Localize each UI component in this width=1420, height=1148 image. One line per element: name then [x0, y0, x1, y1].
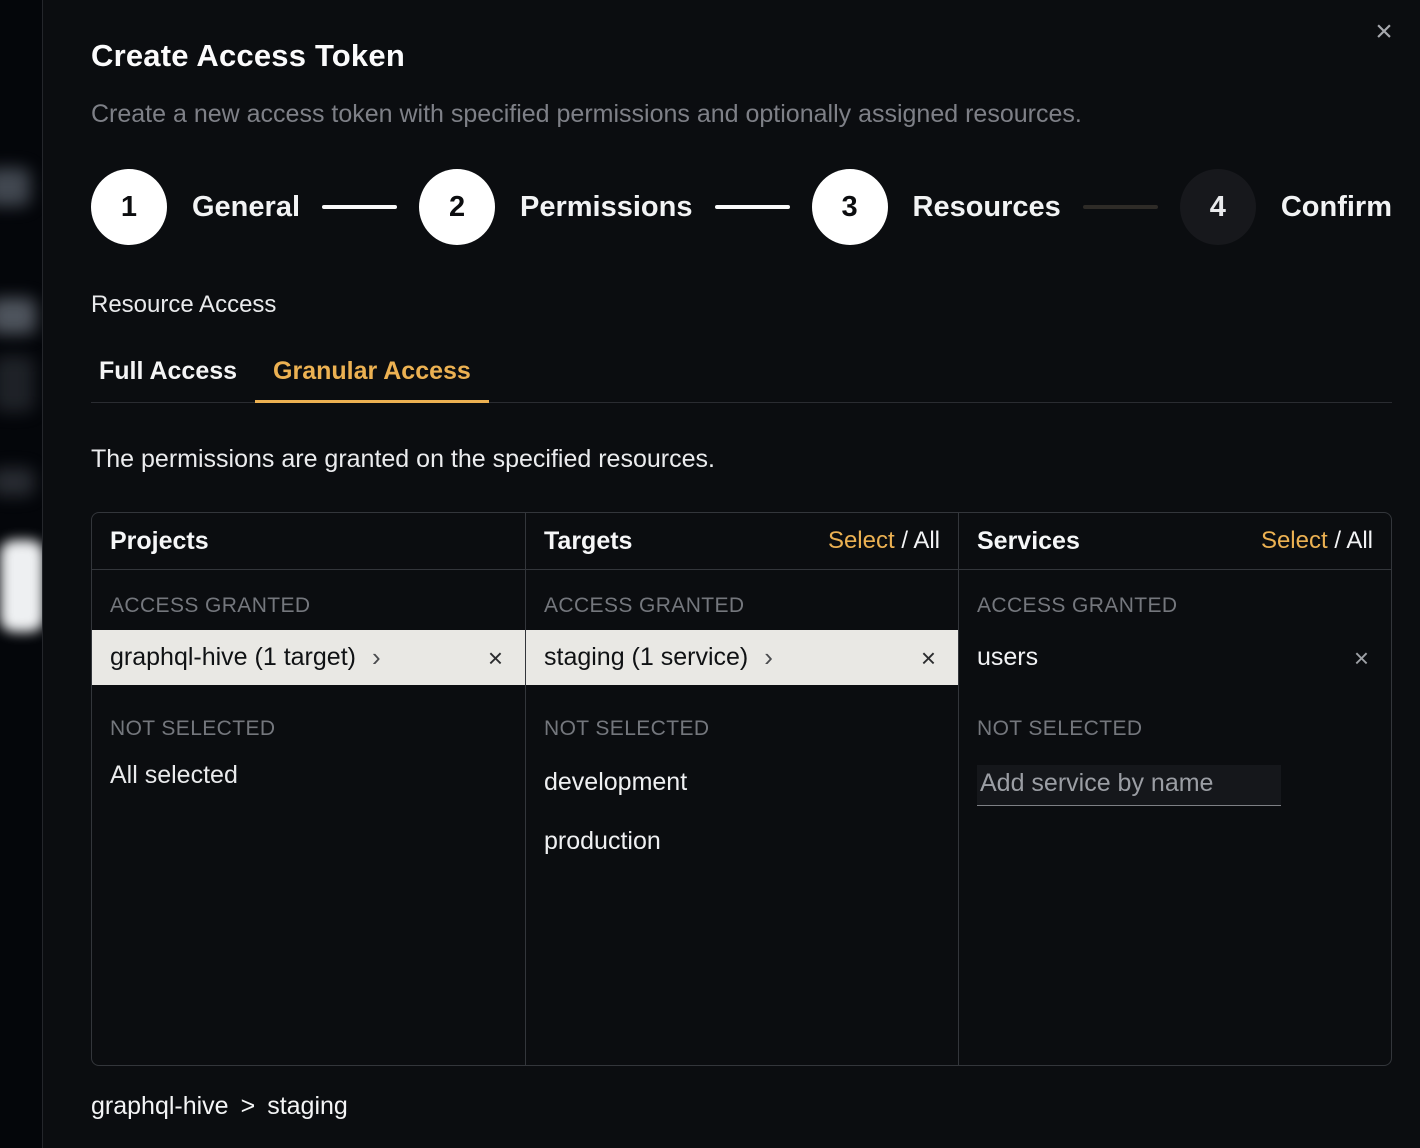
add-service-input[interactable] — [977, 765, 1281, 806]
targets-access-granted-label: ACCESS GRANTED — [526, 570, 958, 630]
targets-select-separator: / — [901, 527, 908, 554]
project-row-name: graphql-hive (1 target) — [110, 643, 356, 672]
services-column-header: Services Select / All — [959, 513, 1391, 570]
tab-full-access[interactable]: Full Access — [91, 343, 255, 403]
tab-granular-access[interactable]: Granular Access — [255, 343, 489, 403]
step-permissions[interactable]: 2 Permissions — [419, 169, 692, 245]
page-backdrop — [0, 0, 42, 1148]
resource-access-heading: Resource Access — [91, 291, 1392, 319]
services-access-granted-label: ACCESS GRANTED — [959, 570, 1391, 630]
dialog-subtitle: Create a new access token with specified… — [91, 100, 1392, 129]
stepper-connector — [322, 205, 397, 209]
step-permissions-number: 2 — [419, 169, 495, 245]
breadcrumb-target: staging — [267, 1092, 348, 1121]
targets-column-body: ACCESS GRANTED staging (1 service) › × N… — [526, 570, 958, 1065]
step-general-label: General — [192, 191, 300, 224]
resource-selection-table: Projects ACCESS GRANTED graphql-hive (1 … — [91, 512, 1392, 1066]
projects-access-granted-label: ACCESS GRANTED — [92, 570, 525, 630]
targets-column-header: Targets Select / All — [526, 513, 958, 570]
projects-header-label: Projects — [110, 527, 209, 556]
targets-select-link[interactable]: Select — [828, 527, 895, 554]
step-general[interactable]: 1 General — [91, 169, 300, 245]
targets-column: Targets Select / All ACCESS GRANTED stag… — [525, 513, 958, 1065]
create-access-token-modal: × Create Access Token Create a new acces… — [42, 0, 1420, 1148]
projects-column-header: Projects — [92, 513, 525, 570]
projects-column: Projects ACCESS GRANTED graphql-hive (1 … — [92, 513, 525, 1065]
target-option-production[interactable]: production — [526, 812, 958, 871]
stepper-connector-inactive — [1083, 205, 1158, 209]
services-select-separator: / — [1334, 527, 1341, 554]
chevron-right-icon: › — [372, 644, 381, 670]
targets-not-selected-label: NOT SELECTED — [526, 685, 958, 753]
service-row-users[interactable]: users × — [959, 630, 1391, 685]
target-row-name: staging (1 service) — [544, 643, 748, 672]
services-select-all: Select / All — [1261, 527, 1373, 555]
breadcrumb-separator: > — [241, 1092, 256, 1121]
step-resources[interactable]: 3 Resources — [812, 169, 1061, 245]
close-icon[interactable]: × — [1366, 14, 1402, 50]
services-select-link[interactable]: Select — [1261, 527, 1328, 554]
target-option-development[interactable]: development — [526, 753, 958, 812]
service-row-name: users — [977, 643, 1038, 672]
projects-column-body: ACCESS GRANTED graphql-hive (1 target) ›… — [92, 570, 525, 1065]
step-permissions-label: Permissions — [520, 191, 692, 224]
dialog-title: Create Access Token — [91, 38, 1392, 74]
chevron-right-icon: › — [764, 644, 773, 670]
stepper-connector — [715, 205, 790, 209]
wizard-stepper: 1 General 2 Permissions 3 Resources 4 Co… — [91, 169, 1392, 245]
background-blur-artifact — [0, 168, 30, 206]
projects-not-selected-label: NOT SELECTED — [92, 685, 525, 753]
remove-service-icon[interactable]: × — [1350, 643, 1373, 673]
services-column: Services Select / All ACCESS GRANTED use… — [958, 513, 1391, 1065]
step-resources-label: Resources — [913, 191, 1061, 224]
targets-all-link[interactable]: All — [913, 527, 940, 554]
remove-project-icon[interactable]: × — [484, 643, 507, 673]
step-confirm-label: Confirm — [1281, 191, 1392, 224]
targets-header-label: Targets — [544, 527, 632, 556]
step-confirm-number: 4 — [1180, 169, 1256, 245]
services-header-label: Services — [977, 527, 1080, 556]
remove-target-icon[interactable]: × — [917, 643, 940, 673]
services-column-body: ACCESS GRANTED users × NOT SELECTED — [959, 570, 1391, 1065]
step-confirm[interactable]: 4 Confirm — [1180, 169, 1392, 245]
targets-select-all: Select / All — [828, 527, 940, 555]
access-mode-tabs: Full Access Granular Access — [91, 343, 1392, 403]
breadcrumb-project: graphql-hive — [91, 1092, 229, 1121]
projects-all-selected-note: All selected — [92, 753, 525, 798]
step-general-number: 1 — [91, 169, 167, 245]
background-blur-artifact — [0, 356, 34, 412]
granular-access-description: The permissions are granted on the speci… — [91, 445, 1392, 474]
project-row-graphql-hive[interactable]: graphql-hive (1 target) › × — [92, 630, 525, 685]
services-all-link[interactable]: All — [1346, 527, 1373, 554]
target-row-staging[interactable]: staging (1 service) › × — [526, 630, 958, 685]
breadcrumb: graphql-hive > staging — [91, 1092, 1392, 1121]
step-resources-number: 3 — [812, 169, 888, 245]
background-blur-card — [0, 540, 42, 632]
services-not-selected-label: NOT SELECTED — [959, 685, 1391, 753]
background-blur-artifact — [0, 298, 36, 334]
background-blur-artifact — [0, 468, 34, 496]
